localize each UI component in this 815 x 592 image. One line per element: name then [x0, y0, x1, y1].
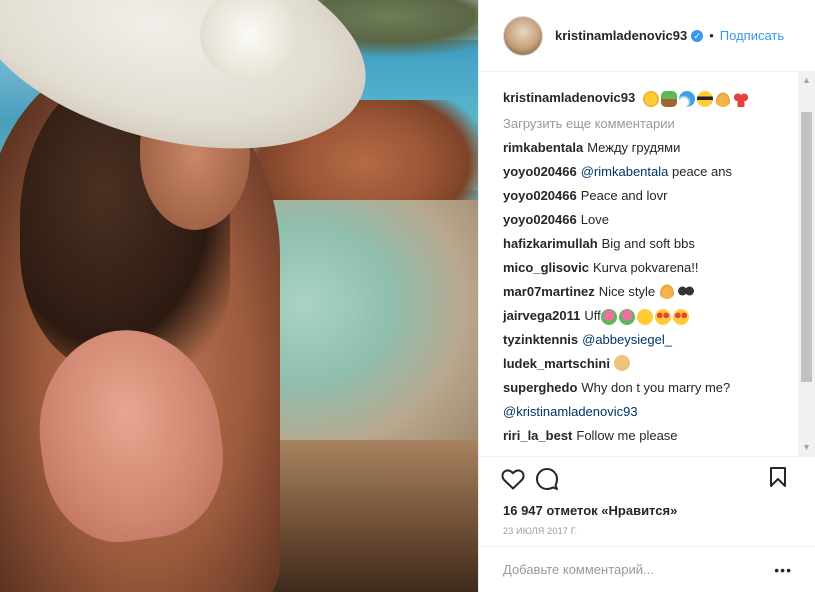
header-separator: •	[709, 28, 714, 43]
comment-text: Между грудями	[587, 140, 681, 155]
post-panel: kristinamladenovic93 ✓ • Подписать krist…	[478, 0, 815, 592]
comment-row: ludek_martschini	[503, 352, 799, 376]
verified-badge-icon: ✓	[691, 29, 704, 42]
comments-list[interactable]: kristinamladenovic93 Загрузить еще комме…	[479, 72, 799, 456]
comment-username[interactable]: riri_la_best	[503, 428, 572, 443]
comment-mention[interactable]: @kristinamladenovic93	[503, 404, 638, 419]
comment-row: yoyo020466 @rimkabentala peace ans	[503, 160, 799, 184]
comment-text: Why don t you marry me?	[581, 380, 731, 395]
wave-emoji	[678, 90, 695, 107]
sunglasses-emoji	[678, 283, 695, 299]
comment-text: Uff	[584, 308, 601, 323]
comment-text: Love	[580, 212, 609, 227]
comment-username[interactable]: ludek_martschini	[503, 356, 610, 371]
tulip-emoji	[600, 308, 617, 325]
comment-username[interactable]: yoyo020466	[503, 164, 577, 179]
sun-hat-emoji	[658, 283, 675, 299]
comment-username[interactable]: superghedo	[503, 380, 577, 395]
scrollbar-thumb[interactable]	[801, 112, 812, 382]
sun-emoji	[642, 90, 659, 107]
author-username[interactable]: kristinamladenovic93	[555, 28, 687, 43]
photo-sand	[250, 440, 478, 592]
comment-row: yoyo020466 Love	[503, 208, 799, 232]
comment-bubble-icon[interactable]	[531, 463, 563, 495]
caption-emojis	[642, 90, 749, 107]
comment-row: tyzinktennis @abbeysiegel_	[503, 328, 799, 352]
post-actions: 16 947 отметок «Нравится» 23 июля 2017 г…	[479, 456, 815, 536]
sunglasses-face-emoji	[696, 90, 713, 107]
more-options-icon[interactable]: •••	[774, 562, 792, 578]
comment-text: peace ans	[671, 164, 732, 179]
comment-text: Peace and lovr	[580, 188, 668, 203]
comment-text: Follow me please	[576, 428, 678, 443]
post-viewer: kristinamladenovic93 ✓ • Подписать krist…	[0, 0, 815, 592]
caption: kristinamladenovic93	[503, 86, 799, 110]
comment-text: Big and soft bbs	[601, 236, 695, 251]
comment-row: mar07martinez Nice style	[503, 280, 799, 304]
comment-row: hafizkarimullah Big and soft bbs	[503, 232, 799, 256]
author-avatar[interactable]	[503, 15, 543, 56]
comment-text: Nice style	[598, 284, 656, 299]
follow-button[interactable]: Подписать	[720, 28, 784, 43]
tulip-emoji	[618, 308, 635, 325]
post-date[interactable]: 23 июля 2017 г.	[503, 526, 815, 536]
comment-row: mico_glisovic Kurva pokvarena!!	[503, 256, 799, 280]
post-photo[interactable]	[0, 0, 478, 592]
comment-emojis	[600, 308, 689, 325]
caption-username[interactable]: kristinamladenovic93	[503, 90, 635, 105]
comment-row: jairvega2011 Uff	[503, 304, 799, 328]
palm-tree-emoji	[660, 90, 677, 107]
save-bookmark-icon[interactable]	[764, 463, 792, 491]
comment-row: superghedo Why don t you marry me? @krist…	[503, 376, 799, 424]
heart-eyes-emoji	[672, 308, 689, 325]
comment-username[interactable]: yoyo020466	[503, 188, 577, 203]
comment-row: rimkabentala Между грудями	[503, 136, 799, 160]
post-header: kristinamladenovic93 ✓ • Подписать	[479, 0, 815, 72]
comment-mention[interactable]: @abbeysiegel_	[582, 332, 672, 347]
like-heart-icon[interactable]	[497, 463, 529, 495]
heart-eyes-emoji	[654, 308, 671, 325]
comment-username[interactable]: yoyo020466	[503, 212, 577, 227]
comment-username[interactable]: mico_glisovic	[503, 260, 589, 275]
likes-count[interactable]: 16 947 отметок «Нравится»	[503, 503, 815, 518]
load-more-comments[interactable]: Загрузить еще комментарии	[503, 112, 799, 136]
add-comment-bar: •••	[479, 546, 815, 592]
bikini-emoji	[732, 90, 749, 107]
comment-username[interactable]: jairvega2011	[503, 308, 580, 323]
sun-hat-emoji	[714, 90, 731, 107]
scroll-down-arrow-icon[interactable]: ▼	[798, 439, 815, 456]
comment-username[interactable]: tyzinktennis	[503, 332, 578, 347]
ok-hand-emoji	[613, 355, 630, 371]
comment-row: riri_la_best Follow me please	[503, 424, 799, 448]
smirk-face-emoji	[636, 308, 653, 325]
comment-text: Kurva pokvarena!!	[592, 260, 699, 275]
comment-mention[interactable]: @rimkabentala	[581, 164, 669, 179]
comment-username[interactable]: mar07martinez	[503, 284, 595, 299]
scroll-up-arrow-icon[interactable]: ▲	[798, 72, 815, 89]
comment-username[interactable]: hafizkarimullah	[503, 236, 598, 251]
add-comment-input[interactable]	[503, 562, 775, 577]
comments-scrollbar[interactable]: ▲ ▼	[798, 72, 815, 456]
comment-username[interactable]: rimkabentala	[503, 140, 583, 155]
comment-row: yoyo020466 Peace and lovr	[503, 184, 799, 208]
